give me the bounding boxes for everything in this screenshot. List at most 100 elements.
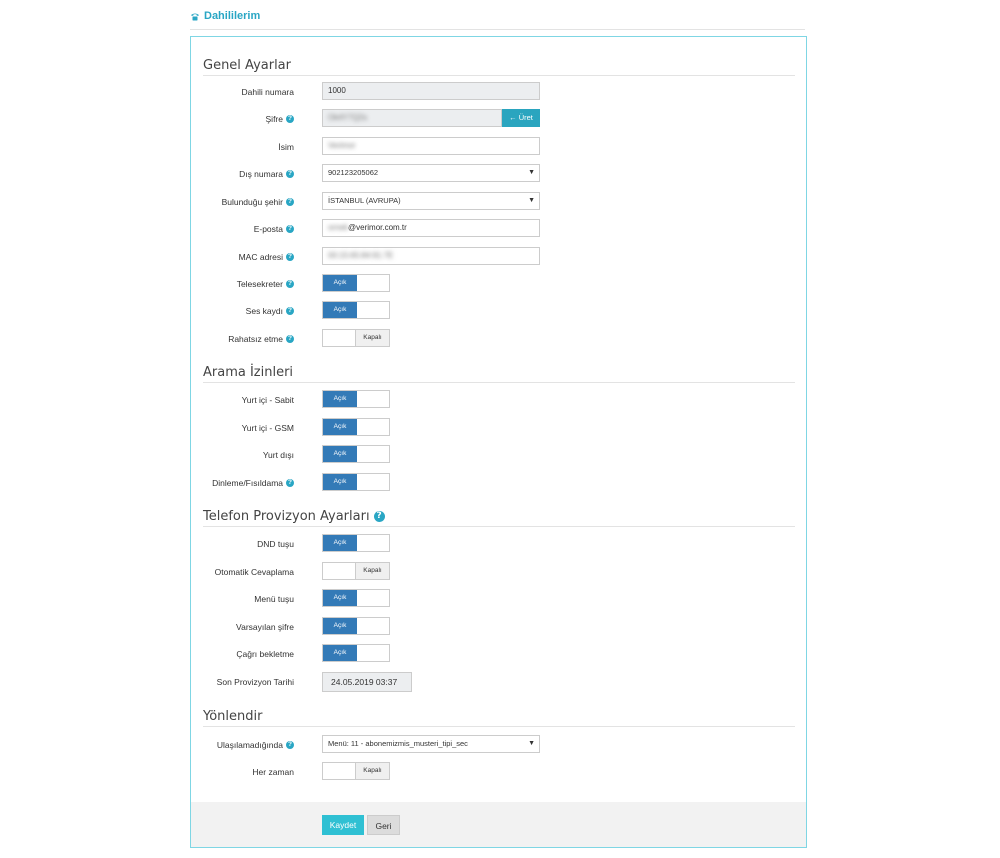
menu-label: Menü tuşu xyxy=(254,594,294,604)
toggle-on-label: Açık xyxy=(323,618,357,634)
yurtici-sabit-toggle[interactable]: Açık xyxy=(322,390,390,408)
row-her-zaman: Her zaman Kapalı xyxy=(191,762,806,782)
ses-kaydi-toggle[interactable]: Açık xyxy=(322,301,390,319)
sehir-label: Bulunduğu şehir xyxy=(221,197,283,207)
row-isim: İsim Verimor xyxy=(191,137,806,157)
her-zaman-toggle[interactable]: Kapalı xyxy=(322,762,390,780)
dis-numara-label: Dış numara xyxy=(239,169,283,179)
toggle-on-label: Açık xyxy=(323,275,357,291)
yurtici-gsm-toggle[interactable]: Açık xyxy=(322,418,390,436)
section-provizyon: Telefon Provizyon Ayarları? xyxy=(203,507,795,527)
isim-input[interactable]: Verimor xyxy=(322,137,540,155)
phone-icon xyxy=(190,12,200,21)
mac-input[interactable]: 00:15:65:84:91:7E xyxy=(322,247,540,265)
help-icon[interactable]: ? xyxy=(286,170,294,178)
row-yurtdisi: Yurt dışı Açık xyxy=(191,445,806,465)
help-icon[interactable]: ? xyxy=(286,479,294,487)
varsayilan-toggle[interactable]: Açık xyxy=(322,617,390,635)
son-provizyon-value: 24.05.2019 03:37 xyxy=(322,672,412,692)
row-dahili-numara: Dahili numara 1000 xyxy=(191,82,806,102)
section-yonlendir: Yönlendir xyxy=(203,707,795,727)
row-dinleme: Dinleme/Fısıldama? Açık xyxy=(191,473,806,493)
eposta-input[interactable]: ornek@verimor.com.tr xyxy=(322,219,540,237)
toggle-on-label: Açık xyxy=(323,474,357,490)
telesekreter-toggle[interactable]: Açık xyxy=(322,274,390,292)
toggle-off-label: Kapalı xyxy=(355,763,389,779)
row-sehir: Bulunduğu şehir? İSTANBUL (AVRUPA) ▼ xyxy=(191,192,806,212)
caret-down-icon: ▼ xyxy=(528,169,535,176)
ulasilamadiginda-value: Menü: 11 - abonemizmis_musteri_tipi_sec xyxy=(328,739,468,748)
generate-password-button[interactable]: ← Üret xyxy=(502,109,540,127)
sifre-input[interactable]: Ok4Y7Q2s xyxy=(322,109,502,127)
section-provizyon-text: Telefon Provizyon Ayarları xyxy=(203,509,370,524)
varsayilan-label: Varsayılan şifre xyxy=(236,622,294,632)
row-varsayilan: Varsayılan şifre Açık xyxy=(191,617,806,637)
help-icon[interactable]: ? xyxy=(286,335,294,343)
dahili-numara-input[interactable]: 1000 xyxy=(322,82,540,100)
toggle-off-label: Kapalı xyxy=(355,563,389,579)
sehir-select[interactable]: İSTANBUL (AVRUPA) ▼ xyxy=(322,192,540,210)
yurtici-gsm-label: Yurt içi - GSM xyxy=(241,423,294,433)
isim-value: Verimor xyxy=(328,141,356,150)
eposta-user: ornek xyxy=(328,223,349,232)
cagri-toggle[interactable]: Açık xyxy=(322,644,390,662)
mac-value: 00:15:65:84:91:7E xyxy=(328,251,394,260)
form-footer: Kaydet Geri xyxy=(191,802,806,847)
row-son-provizyon: Son Provizyon Tarihi 24.05.2019 03:37 xyxy=(191,672,806,692)
extension-form-panel: Genel Ayarlar Dahili numara 1000 Şifre? … xyxy=(190,36,807,848)
help-icon[interactable]: ? xyxy=(286,741,294,749)
row-rahatsiz-etme: Rahatsız etme? Kapalı xyxy=(191,329,806,349)
yurtdisi-toggle[interactable]: Açık xyxy=(322,445,390,463)
row-yurtici-gsm: Yurt içi - GSM Açık xyxy=(191,418,806,438)
section-arama-izinleri: Arama İzinleri xyxy=(203,363,795,383)
dahili-numara-label: Dahili numara xyxy=(241,87,294,97)
row-telesekreter: Telesekreter? Açık xyxy=(191,274,806,294)
dnd-toggle[interactable]: Açık xyxy=(322,534,390,552)
row-dis-numara: Dış numara? 902123205062 ▼ xyxy=(191,164,806,184)
sifre-value: Ok4Y7Q2s xyxy=(328,113,368,122)
help-icon[interactable]: ? xyxy=(286,280,294,288)
dnd-label: DND tuşu xyxy=(257,539,294,549)
toggle-off-label: Kapalı xyxy=(355,330,389,346)
toggle-on-label: Açık xyxy=(323,419,357,435)
dinleme-label: Dinleme/Fısıldama xyxy=(212,478,283,488)
generate-password-label: Üret xyxy=(518,113,533,122)
row-eposta: E-posta? ornek@verimor.com.tr xyxy=(191,219,806,239)
mac-label: MAC adresi xyxy=(238,252,283,262)
ulasilamadiginda-select[interactable]: Menü: 11 - abonemizmis_musteri_tipi_sec ▼ xyxy=(322,735,540,753)
help-icon[interactable]: ? xyxy=(286,307,294,315)
row-mac: MAC adresi? 00:15:65:84:91:7E xyxy=(191,247,806,267)
help-icon[interactable]: ? xyxy=(286,253,294,261)
help-icon[interactable]: ? xyxy=(286,115,294,123)
isim-label: İsim xyxy=(278,142,294,152)
row-ulasilamadiginda: Ulaşılamadığında? Menü: 11 - abonemizmis… xyxy=(191,735,806,755)
rahatsiz-etme-toggle[interactable]: Kapalı xyxy=(322,329,390,347)
row-cagri: Çağrı bekletme Açık xyxy=(191,644,806,664)
dinleme-toggle[interactable]: Açık xyxy=(322,473,390,491)
back-button[interactable]: Geri xyxy=(367,815,400,835)
dis-numara-select[interactable]: 902123205062 ▼ xyxy=(322,164,540,182)
ulasilamadiginda-label: Ulaşılamadığında xyxy=(216,740,283,750)
yurtici-sabit-label: Yurt içi - Sabit xyxy=(241,395,294,405)
row-yurtici-sabit: Yurt içi - Sabit Açık xyxy=(191,390,806,410)
row-sifre: Şifre? Ok4Y7Q2s ← Üret xyxy=(191,109,806,129)
help-icon[interactable]: ? xyxy=(373,511,385,522)
dis-numara-value: 902123205062 xyxy=(328,168,379,177)
menu-toggle[interactable]: Açık xyxy=(322,589,390,607)
row-ses-kaydi: Ses kaydı? Açık xyxy=(191,301,806,321)
otomatik-toggle[interactable]: Kapalı xyxy=(322,562,390,580)
toggle-on-label: Açık xyxy=(323,645,357,661)
caret-down-icon: ▼ xyxy=(528,197,535,204)
page-title-text: Dahililerim xyxy=(204,10,261,22)
caret-down-icon: ▼ xyxy=(528,740,535,747)
row-otomatik: Otomatik Cevaplama Kapalı xyxy=(191,562,806,582)
save-button[interactable]: Kaydet xyxy=(322,815,364,835)
otomatik-label: Otomatik Cevaplama xyxy=(214,567,294,577)
page-header: Dahililerim xyxy=(190,10,805,30)
yurtdisi-label: Yurt dışı xyxy=(262,450,294,460)
help-icon[interactable]: ? xyxy=(286,198,294,206)
cagri-label: Çağrı bekletme xyxy=(236,649,294,659)
rahatsiz-etme-label: Rahatsız etme xyxy=(228,334,283,344)
son-provizyon-label: Son Provizyon Tarihi xyxy=(216,677,294,687)
help-icon[interactable]: ? xyxy=(286,225,294,233)
